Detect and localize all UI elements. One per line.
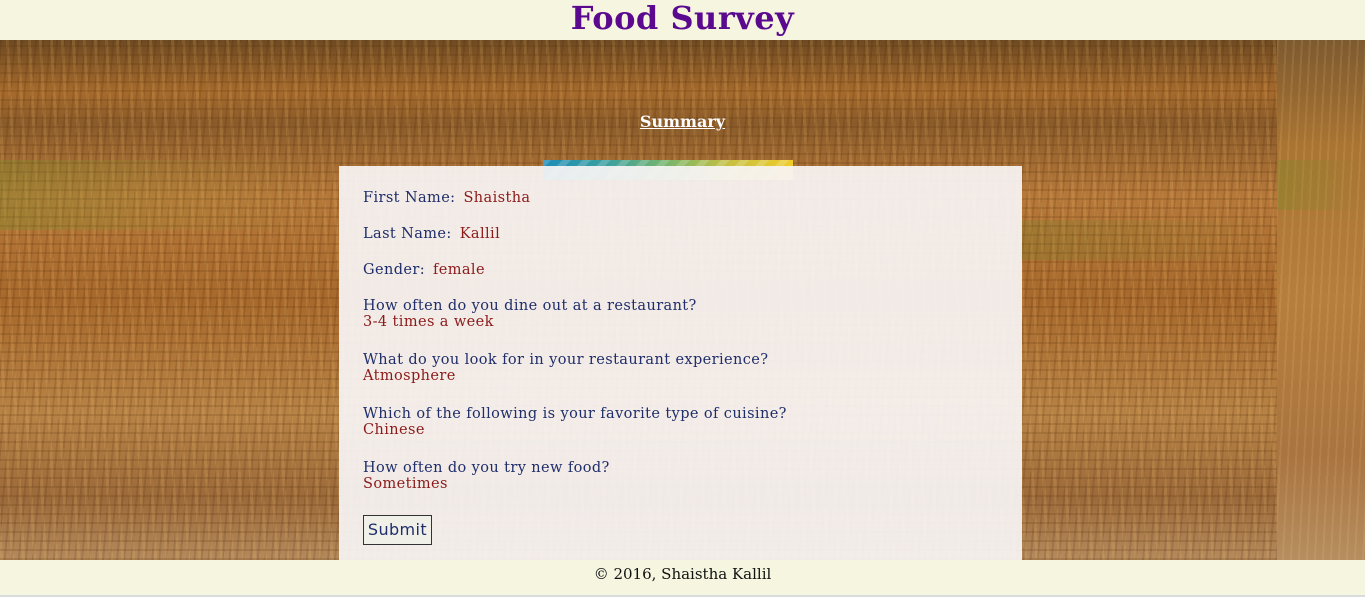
dine-out-answer: 3-4 times a week bbox=[363, 314, 494, 330]
background-grass-patch bbox=[0, 160, 330, 230]
page-footer: © 2016, Shaistha Kallil bbox=[0, 560, 1365, 597]
last-name-row: Last Name: Kallil bbox=[363, 226, 500, 242]
gender-label: Gender: bbox=[363, 262, 425, 278]
first-name-label: First Name: bbox=[363, 190, 456, 206]
page-header: Food Survey bbox=[0, 0, 1365, 40]
first-name-value: Shaistha bbox=[463, 190, 531, 206]
dine-out-question: How often do you dine out at a restauran… bbox=[363, 298, 697, 314]
summary-panel: First Name: Shaistha Last Name: Kallil Gen… bbox=[339, 166, 1022, 560]
summary-link[interactable]: Summary bbox=[0, 112, 1365, 131]
new-food-question: How often do you try new food? bbox=[363, 460, 610, 476]
copyright-text: © 2016, Shaistha Kallil bbox=[593, 565, 772, 583]
gender-value: female bbox=[432, 262, 485, 278]
page-title: Food Survey bbox=[570, 0, 795, 37]
gender-row: Gender: female bbox=[363, 262, 485, 278]
first-name-row: First Name: Shaistha bbox=[363, 190, 530, 206]
last-name-value: Kallil bbox=[459, 226, 501, 242]
new-food-answer: Sometimes bbox=[363, 476, 448, 492]
background-grass-patch bbox=[1277, 160, 1365, 210]
background-grass-patch bbox=[1020, 220, 1277, 260]
cuisine-question: Which of the following is your favorite … bbox=[363, 406, 787, 422]
dine-out-row: How often do you dine out at a restauran… bbox=[363, 298, 697, 330]
experience-question: What do you look for in your restaurant … bbox=[363, 352, 769, 368]
experience-row: What do you look for in your restaurant … bbox=[363, 352, 768, 384]
cuisine-row: Which of the following is your favorite … bbox=[363, 406, 787, 438]
submit-button[interactable]: Submit bbox=[363, 515, 432, 545]
last-name-label: Last Name: bbox=[363, 226, 452, 242]
experience-answer: Atmosphere bbox=[363, 368, 456, 384]
new-food-row: How often do you try new food? Sometimes bbox=[363, 460, 610, 492]
cuisine-answer: Chinese bbox=[363, 422, 425, 438]
